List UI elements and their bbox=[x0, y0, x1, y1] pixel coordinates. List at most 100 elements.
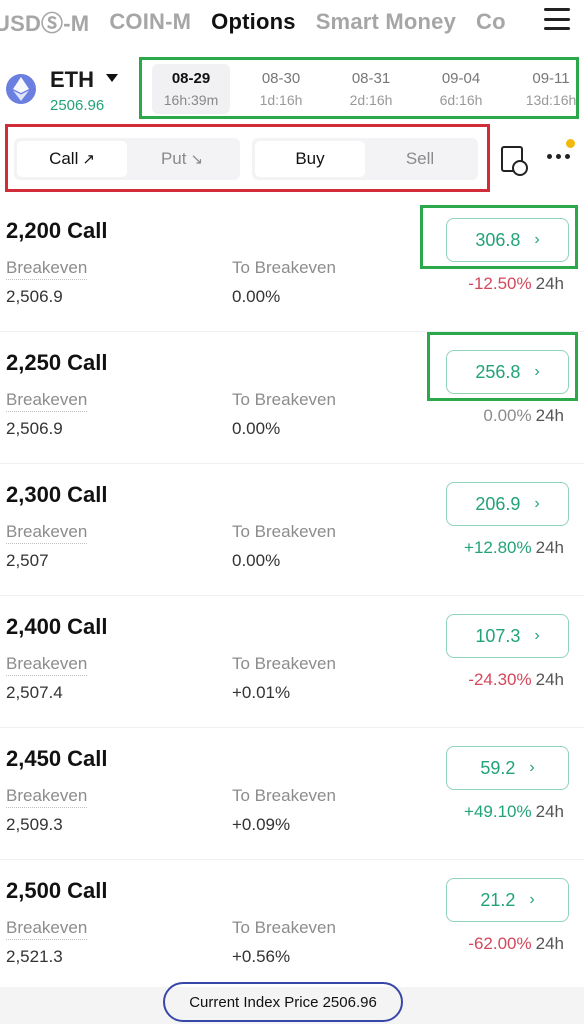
period-label: 24h bbox=[535, 934, 564, 953]
strike-label: 2,450 Call bbox=[6, 746, 108, 771]
change-percent: -24.30% bbox=[468, 670, 532, 689]
expiry-0904[interactable]: 09-04 6d:16h bbox=[422, 64, 500, 114]
caret-down-icon[interactable] bbox=[106, 74, 118, 82]
expiry-0911[interactable]: 09-11 13d:16h bbox=[512, 64, 577, 114]
to-breakeven-label: To Breakeven bbox=[232, 258, 336, 277]
strike-label: 2,300 Call bbox=[6, 482, 108, 507]
change-24h: 0.00% 24h bbox=[483, 406, 564, 426]
price-highlight-box bbox=[420, 205, 578, 269]
period-label: 24h bbox=[535, 538, 564, 557]
period-label: 24h bbox=[535, 802, 564, 821]
to-breakeven-label: To Breakeven bbox=[232, 918, 336, 937]
change-percent: +49.10% bbox=[464, 802, 532, 821]
to-breakeven-value: +0.09% bbox=[232, 815, 291, 834]
breakeven-value: 2,507 bbox=[6, 551, 49, 570]
breakeven-label[interactable]: Breakeven bbox=[6, 654, 88, 676]
chevron-right-icon: › bbox=[529, 759, 535, 776]
buy-button[interactable]: Buy bbox=[255, 141, 365, 177]
top-nav: USDⓈ-M COIN-M Options Smart Money Co bbox=[0, 0, 584, 44]
expiry-selector: 08-29 16h:39m 08-30 1d:16h 08-31 2d:16h … bbox=[139, 57, 579, 119]
hamburger-menu-icon[interactable] bbox=[544, 8, 570, 30]
breakeven-label[interactable]: Breakeven bbox=[6, 258, 88, 280]
strike-label: 2,500 Call bbox=[6, 878, 108, 903]
to-breakeven-value: 0.00% bbox=[232, 419, 281, 438]
expiry-0829[interactable]: 08-29 16h:39m bbox=[152, 64, 230, 114]
expiry-0831[interactable]: 08-31 2d:16h bbox=[332, 64, 410, 114]
asset-row: ETH 2506.96 08-29 16h:39m 08-30 1d:16h 0… bbox=[0, 56, 584, 122]
period-label: 24h bbox=[535, 274, 564, 293]
to-breakeven-value: +0.01% bbox=[232, 683, 291, 702]
expiry-date: 09-11 bbox=[532, 70, 570, 87]
change-24h: -12.50% 24h bbox=[468, 274, 564, 294]
option-row[interactable]: 2,400 Call Breakeven 2,507.4 To Breakeve… bbox=[0, 596, 584, 728]
tab-smart-money[interactable]: Smart Money bbox=[316, 9, 456, 35]
sell-button[interactable]: Sell bbox=[365, 141, 475, 177]
to-breakeven-label: To Breakeven bbox=[232, 786, 336, 805]
change-24h: +12.80% 24h bbox=[464, 538, 564, 558]
strike-label: 2,400 Call bbox=[6, 614, 108, 639]
option-row[interactable]: 2,500 Call Breakeven 2,521.3 To Breakeve… bbox=[0, 860, 584, 992]
breakeven-value: 2,521.3 bbox=[6, 947, 63, 966]
option-price-button[interactable]: 206.9 › bbox=[446, 482, 569, 526]
to-breakeven-value: +0.56% bbox=[232, 947, 291, 966]
asset-price: 2506.96 bbox=[50, 97, 105, 114]
arrow-up-right-icon: ↗ bbox=[82, 151, 95, 168]
put-label: Put bbox=[160, 149, 187, 168]
expiry-date: 08-29 bbox=[171, 70, 211, 87]
expiry-0830[interactable]: 08-30 1d:16h bbox=[242, 64, 320, 114]
option-row[interactable]: 2,450 Call Breakeven 2,509.3 To Breakeve… bbox=[0, 728, 584, 860]
order-history-icon[interactable] bbox=[501, 146, 528, 176]
breakeven-value: 2,509.3 bbox=[6, 815, 63, 834]
breakeven-label[interactable]: Breakeven bbox=[6, 786, 88, 808]
to-breakeven-label: To Breakeven bbox=[232, 390, 336, 409]
tab-copy-trading[interactable]: Co bbox=[476, 9, 506, 35]
change-24h: -62.00% 24h bbox=[468, 934, 564, 954]
breakeven-value: 2,506.9 bbox=[6, 287, 63, 306]
period-label: 24h bbox=[535, 406, 564, 425]
option-price-button[interactable]: 21.2 › bbox=[446, 878, 569, 922]
asset-symbol[interactable]: ETH bbox=[50, 67, 94, 93]
to-breakeven-label: To Breakeven bbox=[232, 522, 336, 541]
call-label: Call bbox=[49, 149, 79, 168]
ethereum-icon bbox=[6, 74, 36, 104]
tab-options[interactable]: Options bbox=[211, 9, 296, 35]
option-controls: Call ↗ Put ↘ Buy Sell bbox=[5, 124, 490, 192]
breakeven-label[interactable]: Breakeven bbox=[6, 918, 88, 940]
expiry-remaining: 6d:16h bbox=[439, 92, 483, 108]
option-price: 21.2 bbox=[480, 889, 516, 910]
option-price: 59.2 bbox=[480, 757, 516, 778]
current-index-price: Current Index Price 2506.96 bbox=[163, 982, 403, 1022]
chevron-right-icon: › bbox=[534, 495, 540, 512]
option-price-button[interactable]: 107.3 › bbox=[446, 614, 569, 658]
breakeven-label[interactable]: Breakeven bbox=[6, 390, 88, 412]
breakeven-value: 2,506.9 bbox=[6, 419, 63, 438]
tab-coin-m[interactable]: COIN-M bbox=[109, 9, 191, 35]
expiry-remaining: 1d:16h bbox=[259, 92, 303, 108]
option-price: 107.3 bbox=[475, 625, 521, 646]
change-percent: -62.00% bbox=[468, 934, 532, 953]
change-24h: +49.10% 24h bbox=[464, 802, 564, 822]
to-breakeven-label: To Breakeven bbox=[232, 654, 336, 673]
notification-dot-icon bbox=[566, 139, 575, 148]
option-row[interactable]: 2,300 Call Breakeven 2,507 To Breakeven … bbox=[0, 464, 584, 596]
expiry-date: 09-04 bbox=[441, 70, 481, 87]
change-percent: +12.80% bbox=[464, 538, 532, 557]
call-button[interactable]: Call ↗ bbox=[17, 141, 127, 177]
change-24h: -24.30% 24h bbox=[468, 670, 564, 690]
breakeven-label[interactable]: Breakeven bbox=[6, 522, 88, 544]
expiry-remaining: 16h:39m bbox=[163, 92, 219, 108]
expiry-remaining: 13d:16h bbox=[525, 92, 577, 108]
to-breakeven-value: 0.00% bbox=[232, 287, 281, 306]
option-price: 206.9 bbox=[475, 493, 521, 514]
change-percent: -12.50% bbox=[468, 274, 532, 293]
change-percent: 0.00% bbox=[483, 406, 532, 425]
expiry-remaining: 2d:16h bbox=[349, 92, 393, 108]
period-label: 24h bbox=[535, 670, 564, 689]
more-icon[interactable] bbox=[547, 154, 570, 159]
price-highlight-box bbox=[427, 332, 578, 401]
expiry-date: 08-30 bbox=[261, 70, 301, 87]
option-price-button[interactable]: 59.2 › bbox=[446, 746, 569, 790]
put-button[interactable]: Put ↘ bbox=[127, 141, 237, 177]
tab-usds-m[interactable]: USDⓈ-M bbox=[0, 6, 89, 38]
to-breakeven-value: 0.00% bbox=[232, 551, 281, 570]
